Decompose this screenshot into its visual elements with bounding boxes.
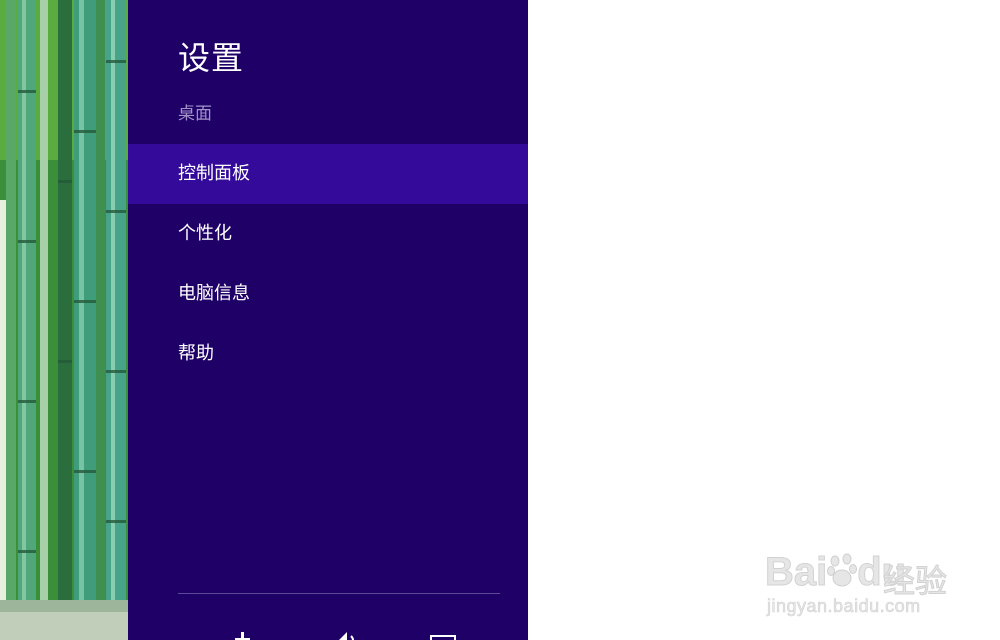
screen-icon[interactable] <box>423 628 463 640</box>
baidu-jingyan-watermark: Bai du 经验 jingyan.baidu.com <box>764 530 965 620</box>
menu-item-pc-info[interactable]: 电脑信息 <box>128 264 528 324</box>
settings-menu: 控制面板 个性化 电脑信息 帮助 <box>128 144 528 384</box>
paw-icon <box>827 552 858 597</box>
quick-settings-row <box>128 600 528 640</box>
panel-title: 设置 <box>178 39 245 77</box>
menu-item-control-panel[interactable]: 控制面板 <box>128 144 528 204</box>
menu-item-personalization[interactable]: 个性化 <box>128 204 528 264</box>
panel-subtitle: 桌面 <box>178 104 212 124</box>
network-icon[interactable] <box>223 628 263 640</box>
menu-item-help[interactable]: 帮助 <box>128 324 528 384</box>
watermark-url: jingyan.baidu.com <box>767 596 921 617</box>
bamboo-image <box>0 0 128 640</box>
settings-charm-panel: 设置 桌面 控制面板 个性化 电脑信息 帮助 <box>128 0 528 640</box>
desktop-wallpaper <box>0 0 128 640</box>
screen: 设置 桌面 控制面板 个性化 电脑信息 帮助 Bai du 经验 jingyan… <box>0 0 1000 640</box>
volume-icon[interactable] <box>323 628 363 640</box>
panel-divider <box>178 593 500 594</box>
watermark-logo-bai: Bai <box>764 550 828 595</box>
